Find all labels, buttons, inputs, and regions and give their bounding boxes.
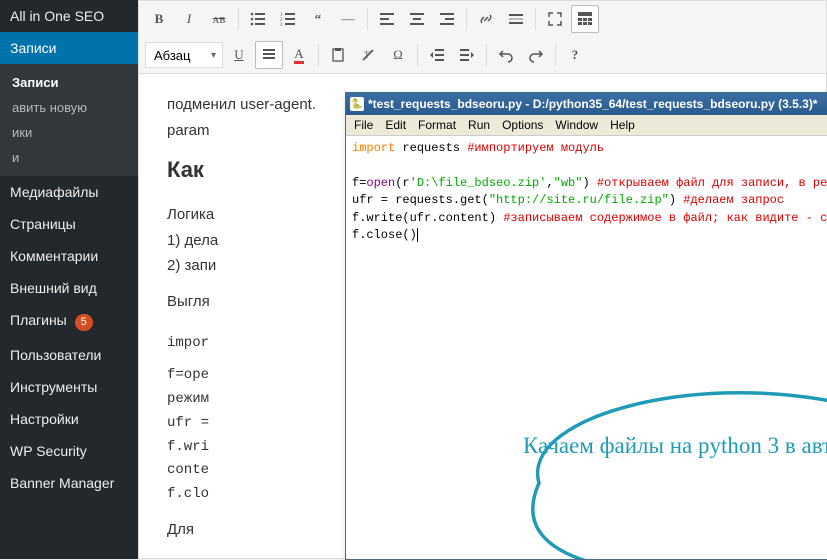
sidebar-item-wpsecurity[interactable]: WP Security <box>0 435 138 467</box>
sidebar-item-aioseo[interactable]: All in One SEO <box>0 0 138 32</box>
sidebar-item-posts[interactable]: Записи <box>0 32 138 64</box>
sidebar-submenu: Записи авить новую ики и <box>0 64 138 176</box>
plugins-update-badge: 5 <box>75 314 93 331</box>
fullscreen-button[interactable] <box>541 5 569 33</box>
justify-button[interactable] <box>255 41 283 69</box>
svg-text:3: 3 <box>280 23 283 27</box>
more-button[interactable] <box>502 5 530 33</box>
admin-sidebar: All in One SEO Записи Записи авить новую… <box>0 0 138 559</box>
sidebar-item-tools[interactable]: Инструменты <box>0 371 138 403</box>
help-button[interactable]: ? <box>561 41 589 69</box>
ordered-list-button[interactable]: 123 <box>274 5 302 33</box>
sidebar-sub-all-posts[interactable]: Записи <box>0 70 138 95</box>
toolbar-toggle-button[interactable] <box>571 5 599 33</box>
menu-edit[interactable]: Edit <box>385 118 406 132</box>
indent-button[interactable] <box>453 41 481 69</box>
sidebar-sub-add-new[interactable]: авить новую <box>0 95 138 120</box>
special-char-button[interactable]: Ω <box>384 41 412 69</box>
blockquote-button[interactable]: “ <box>304 5 332 33</box>
sidebar-item-banner-manager[interactable]: Banner Manager <box>0 467 138 499</box>
paste-text-button[interactable] <box>324 41 352 69</box>
redo-button[interactable] <box>522 41 550 69</box>
menu-help[interactable]: Help <box>610 118 635 132</box>
align-right-button[interactable] <box>433 5 461 33</box>
menu-format[interactable]: Format <box>418 118 456 132</box>
align-center-button[interactable] <box>403 5 431 33</box>
sidebar-item-comments[interactable]: Комментарии <box>0 240 138 272</box>
sidebar-item-appearance[interactable]: Внешний вид <box>0 272 138 304</box>
main-column: B I ᴀʙ 123 “ — Абзац U A T <box>138 0 827 559</box>
bullet-list-button[interactable] <box>244 5 272 33</box>
text-color-button[interactable]: A <box>285 41 313 69</box>
link-button[interactable] <box>472 5 500 33</box>
bold-button[interactable]: B <box>145 5 173 33</box>
menu-window[interactable]: Window <box>555 118 598 132</box>
sidebar-item-media[interactable]: Медиафайлы <box>0 176 138 208</box>
idle-window: 🐍 *test_requests_bdseoru.py - D:/python3… <box>345 92 827 560</box>
hand-annotation: Качаем файлы на python 3 в автоматическо… <box>401 356 827 559</box>
idle-title-text: *test_requests_bdseoru.py - D:/python35_… <box>368 97 817 111</box>
outdent-button[interactable] <box>423 41 451 69</box>
sidebar-item-plugins[interactable]: Плагины 5 <box>0 304 138 339</box>
undo-button[interactable] <box>492 41 520 69</box>
sidebar-item-pages[interactable]: Страницы <box>0 208 138 240</box>
hr-button[interactable]: — <box>334 5 362 33</box>
editor-toolbar: B I ᴀʙ 123 “ — Абзац U A T <box>138 0 827 74</box>
menu-options[interactable]: Options <box>502 118 543 132</box>
python-icon: 🐍 <box>350 97 364 111</box>
idle-code-area[interactable]: import requests #импортируем модуль f=op… <box>346 136 827 559</box>
sidebar-sub-tags[interactable]: и <box>0 145 138 170</box>
underline-button[interactable]: U <box>225 41 253 69</box>
clear-formatting-button[interactable]: T <box>354 41 382 69</box>
sidebar-item-users[interactable]: Пользователи <box>0 339 138 371</box>
strikethrough-button[interactable]: ᴀʙ <box>205 5 233 33</box>
italic-button[interactable]: I <box>175 5 203 33</box>
annotation-text: Качаем файлы на python 3 в автоматическо… <box>523 430 827 461</box>
idle-titlebar[interactable]: 🐍 *test_requests_bdseoru.py - D:/python3… <box>346 93 827 115</box>
menu-file[interactable]: File <box>354 118 373 132</box>
svg-text:T: T <box>364 50 370 60</box>
sidebar-item-settings[interactable]: Настройки <box>0 403 138 435</box>
sidebar-sub-categories[interactable]: ики <box>0 120 138 145</box>
format-select[interactable]: Абзац <box>145 42 223 68</box>
idle-menubar: File Edit Format Run Options Window Help <box>346 115 827 136</box>
menu-run[interactable]: Run <box>468 118 490 132</box>
sidebar-item-label: Плагины <box>10 312 67 328</box>
align-left-button[interactable] <box>373 5 401 33</box>
